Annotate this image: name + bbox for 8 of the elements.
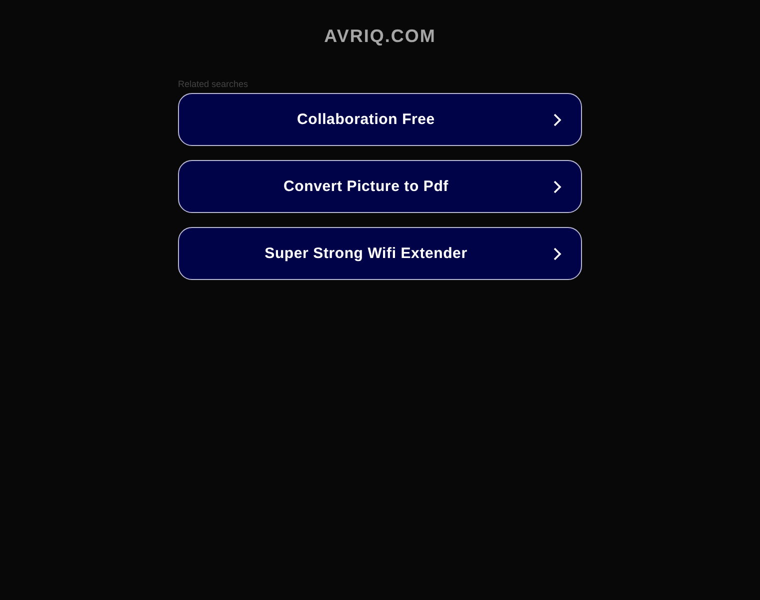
chevron-icon — [553, 180, 562, 194]
related-searches-label: Related searches — [178, 78, 250, 90]
chevron-icon — [553, 247, 562, 261]
search-link[interactable]: Super Strong Wifi Extender — [178, 227, 582, 280]
search-link[interactable]: Collaboration Free — [178, 93, 582, 146]
search-link[interactable]: Convert Picture to Pdf — [178, 160, 582, 213]
site-title: AVRIQ.COM — [324, 25, 436, 47]
chevron-icon — [553, 113, 562, 127]
